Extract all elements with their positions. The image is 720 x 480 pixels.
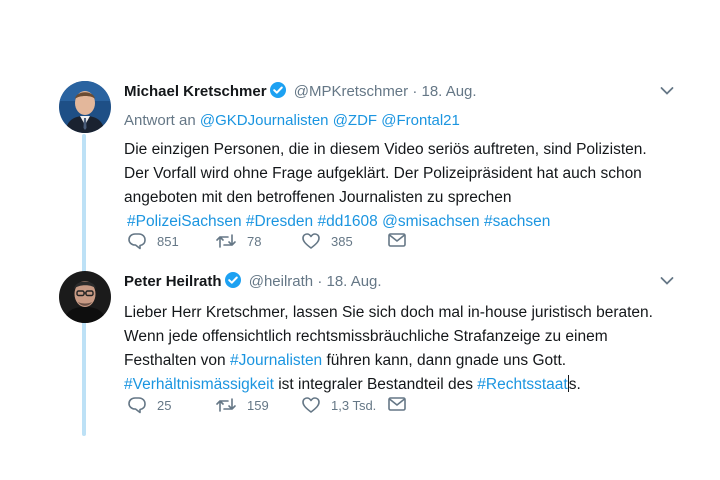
avatar[interactable] [59, 81, 111, 133]
author-name[interactable]: Michael Kretschmer [124, 83, 267, 100]
verified-badge-icon [224, 271, 242, 295]
tweet-text-line: #Verhältnismässigkeit ist integraler Bes… [124, 373, 680, 397]
envelope-icon [387, 232, 407, 248]
tweet-date[interactable]: 18. Aug. [422, 83, 477, 100]
author-handle[interactable]: @MPKretschmer [294, 83, 408, 100]
heart-icon [301, 232, 321, 250]
envelope-icon [387, 396, 407, 412]
tweet-text-line: Lieber Herr Kretschmer, lassen Sie sich … [124, 304, 653, 321]
chevron-down-icon[interactable] [660, 273, 674, 291]
retweet-button[interactable]: 78 [215, 232, 261, 250]
like-button[interactable]: 385 [301, 232, 353, 250]
author-name[interactable]: Peter Heilrath [124, 273, 222, 290]
hashtag-row: #PolizeiSachsen #Dresden #dd1608 @smisac… [124, 210, 680, 234]
separator-dot: · [412, 83, 418, 100]
mention-link[interactable]: @Frontal21 [381, 112, 460, 129]
mention-link[interactable]: @GKDJournalisten [200, 112, 329, 129]
retweet-count: 159 [247, 397, 269, 413]
hashtag-link[interactable]: #sachsen [484, 213, 550, 230]
retweet-icon [215, 232, 237, 250]
hashtag-link[interactable]: #Rechtsstaat [477, 376, 567, 393]
author-handle[interactable]: @heilrath [249, 273, 313, 290]
tweet-text-line: Der Vorfall wird ohne Frage aufgeklärt. … [124, 165, 642, 182]
hashtag-link[interactable]: #Dresden [246, 213, 313, 230]
mention-link[interactable]: @ZDF [333, 112, 377, 129]
reply-icon [127, 396, 147, 414]
text-segment: führen kann, dann gnade uns Gott. [322, 352, 567, 369]
mention-link[interactable]: @smisachsen [382, 213, 480, 230]
tweet-text: Lieber Herr Kretschmer, lassen Sie sich … [124, 301, 680, 397]
reply-icon [127, 232, 147, 250]
tweet-date[interactable]: 18. Aug. [327, 273, 382, 290]
reply-to-prefix: Antwort an [124, 112, 196, 129]
text-segment: Festhalten von [124, 352, 230, 369]
reply-button[interactable]: 25 [127, 396, 171, 414]
retweet-icon [215, 396, 237, 414]
hashtag-link[interactable]: #Verhältnismässigkeit [124, 376, 274, 393]
tweet-text-line: Festhalten von #Journalisten führen kann… [124, 349, 680, 373]
reply-count: 851 [157, 233, 179, 249]
avatar[interactable] [59, 271, 111, 323]
retweet-button[interactable]: 159 [215, 396, 269, 414]
hashtag-link[interactable]: #Journalisten [230, 352, 322, 369]
chevron-down-icon[interactable] [660, 83, 674, 101]
avatar-kretschmer-image [59, 81, 111, 133]
reply-to-line: Antwort an @GKDJournalisten @ZDF @Fronta… [124, 111, 680, 131]
reply-count: 25 [157, 397, 172, 413]
tweet-text: Die einzigen Personen, die in diesem Vid… [124, 138, 680, 234]
hashtag-link[interactable]: #dd1608 [317, 213, 377, 230]
tweet-text-line: angeboten mit den betroffenen Journalist… [124, 189, 512, 206]
like-button[interactable]: 1,3 Tsd. [301, 396, 376, 414]
text-segment: ist integraler Bestandteil des [273, 376, 478, 393]
heart-icon [301, 396, 321, 414]
tweet-text-line: Die einzigen Personen, die in diesem Vid… [124, 141, 647, 158]
avatar-heilrath-image [59, 271, 111, 323]
separator-dot: · [317, 273, 323, 290]
tweet-text-line: Wenn jede offensichtlich rechtsmissbräuc… [124, 328, 608, 345]
retweet-count: 78 [247, 233, 262, 249]
text-segment: s. [568, 376, 581, 393]
verified-badge-icon [269, 81, 287, 105]
direct-message-button[interactable] [387, 396, 407, 412]
direct-message-button[interactable] [387, 232, 407, 248]
like-count: 1,3 Tsd. [331, 397, 377, 413]
reply-button[interactable]: 851 [127, 232, 179, 250]
like-count: 385 [331, 233, 353, 249]
hashtag-link[interactable]: #PolizeiSachsen [127, 213, 242, 230]
